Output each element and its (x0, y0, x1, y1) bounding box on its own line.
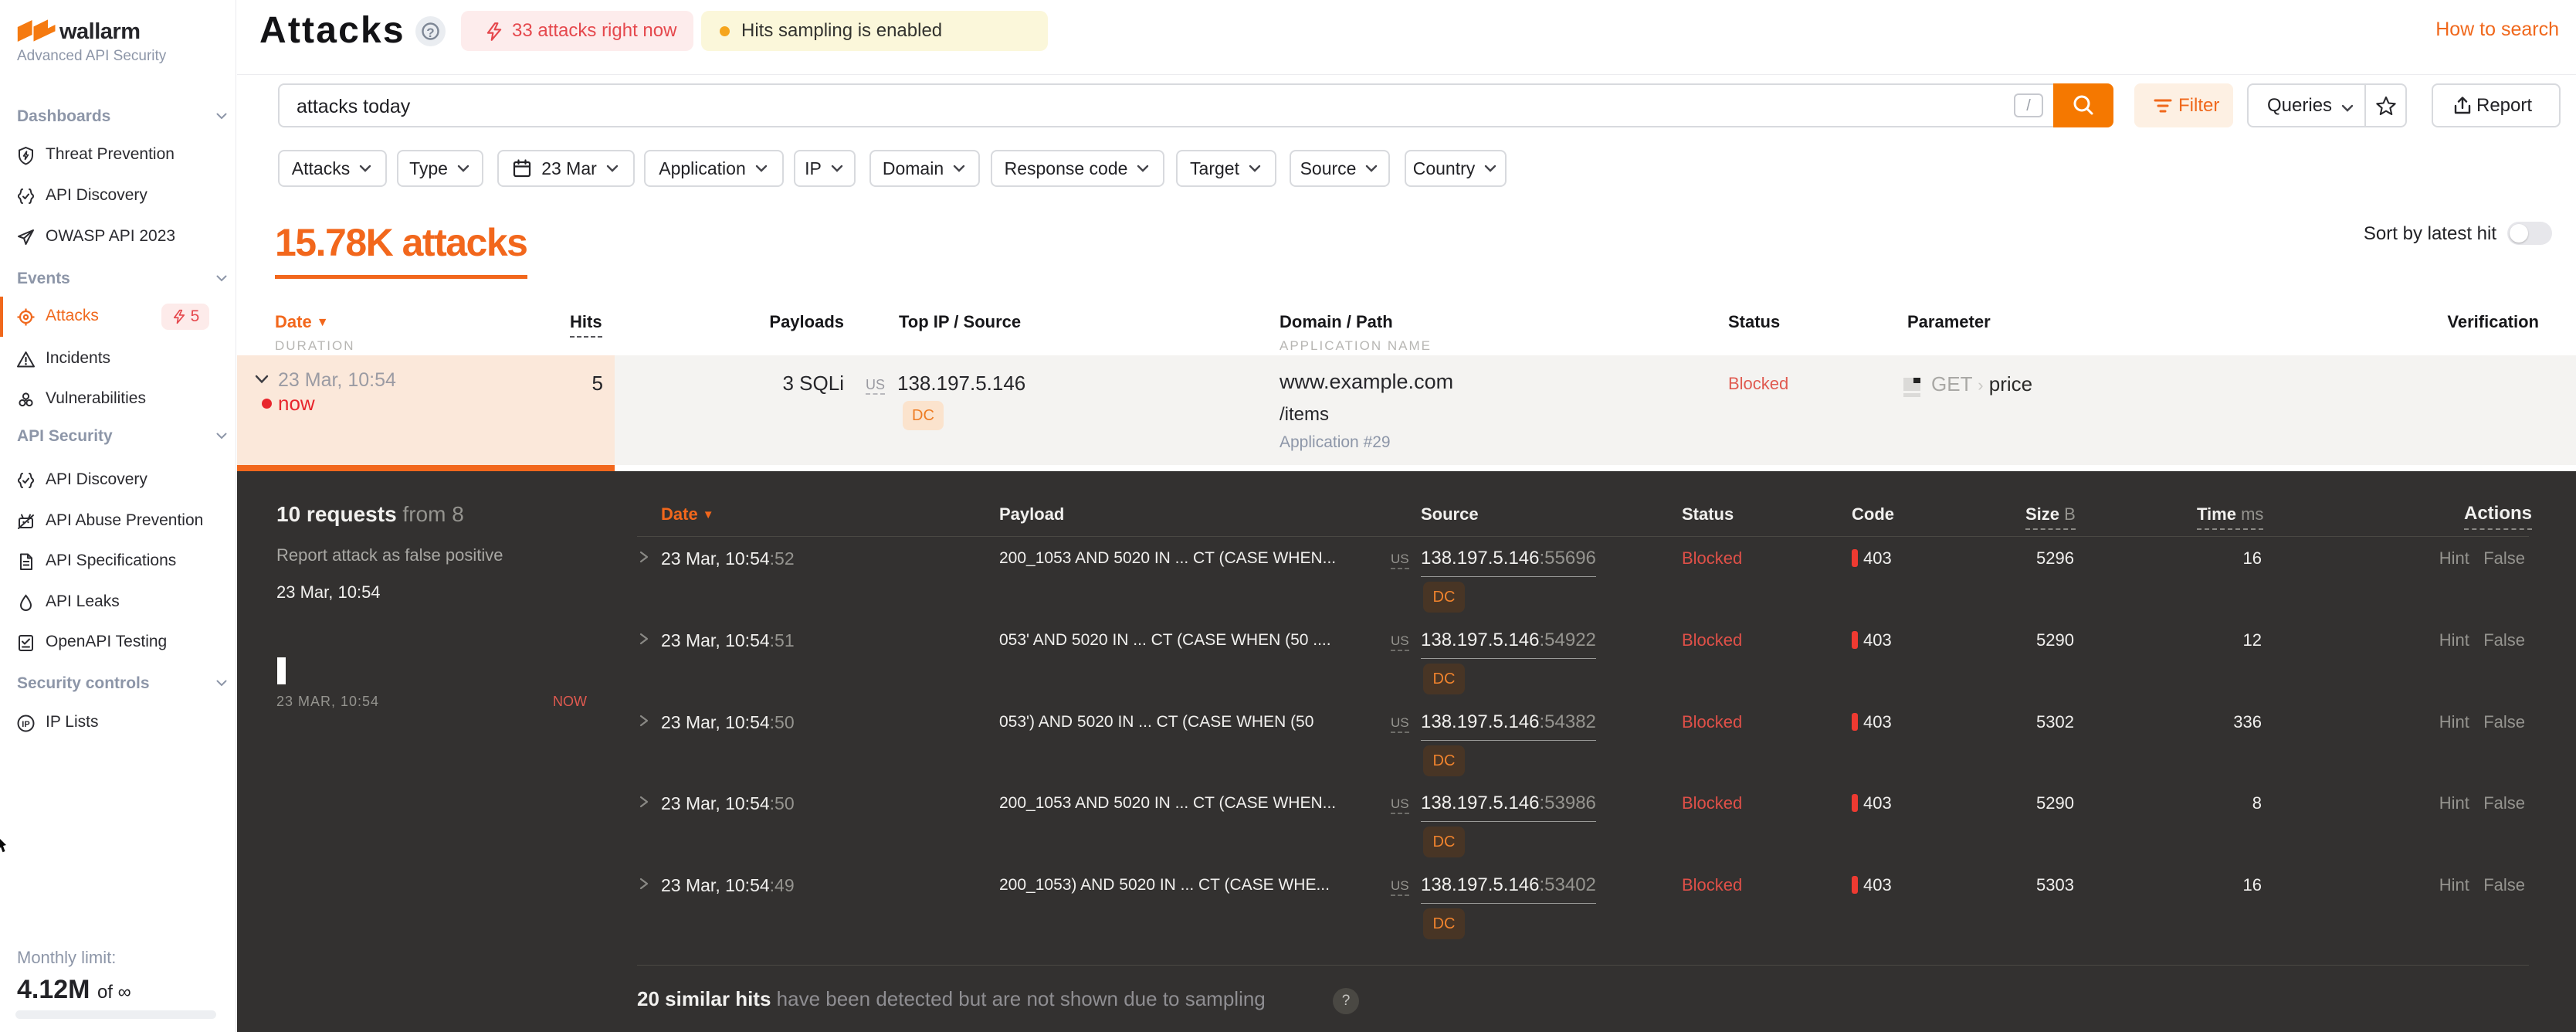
svg-text:IP: IP (22, 720, 29, 729)
svg-text:?: ? (426, 25, 434, 40)
